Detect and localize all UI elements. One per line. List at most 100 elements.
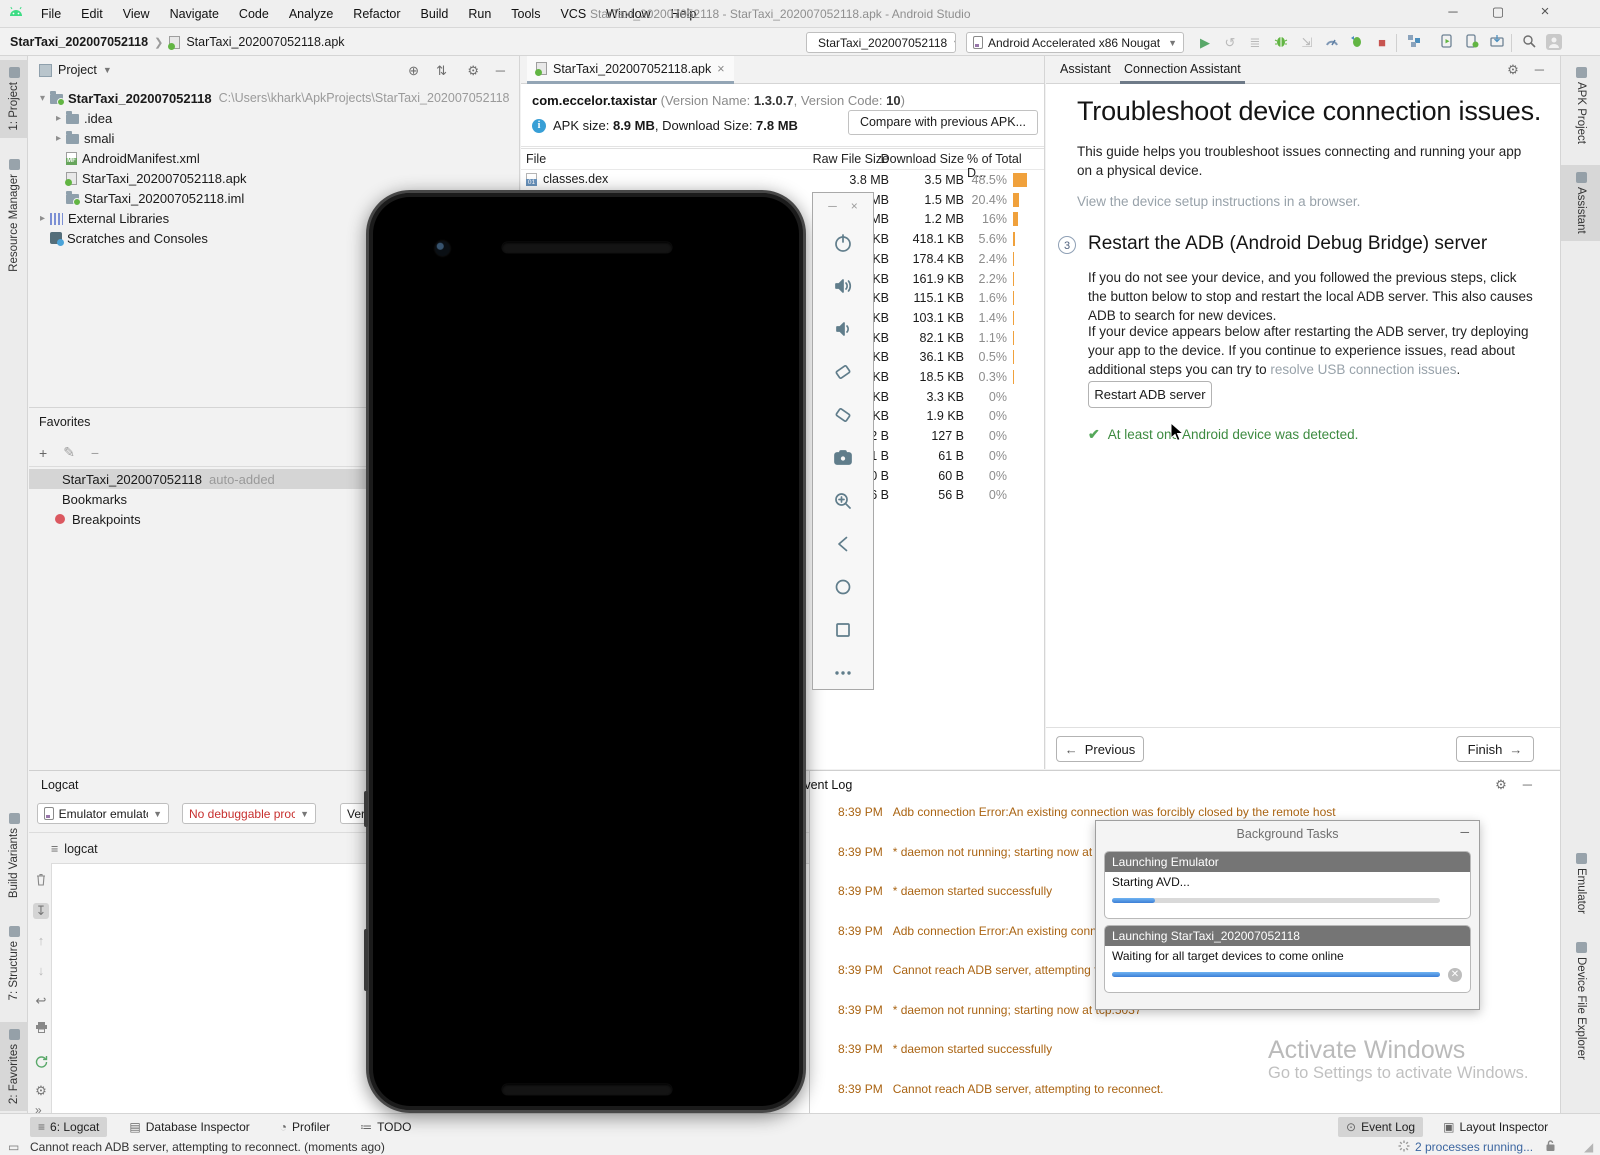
power-icon[interactable] [830,230,856,256]
menu-item[interactable]: Refactor [344,3,409,25]
device-setup-link[interactable]: View the device setup instructions in a … [1077,192,1537,211]
status-message[interactable]: Cannot reach ADB server, attempting to r… [30,1140,385,1154]
sdk-manager-icon[interactable] [1486,34,1508,52]
zoom-icon[interactable] [830,488,856,514]
tool-window-button[interactable]: Event Log [1338,1117,1424,1137]
menu-item[interactable]: Tools [502,3,549,25]
gear-icon[interactable]: ⚙ [1507,62,1519,78]
maximize-window-icon[interactable]: ▢ [1483,4,1513,20]
down-stack-trace-icon[interactable]: ↓ [33,963,49,979]
volume-down-icon[interactable] [830,316,856,342]
hide-panel-icon[interactable]: ─ [1535,62,1544,78]
attach-debugger-icon[interactable]: ⇲ [1296,34,1318,52]
resolve-usb-issues-link[interactable]: resolve USB connection issues [1270,362,1456,377]
print-icon[interactable] [33,1021,49,1037]
run-configuration-select[interactable]: StarTaxi_202007052118▼ [806,32,956,53]
tool-window-button[interactable]: Profiler [272,1117,338,1137]
breadcrumb-project[interactable]: StarTaxi_202007052118 [10,35,148,49]
avatar[interactable] [1543,34,1565,52]
tree-chevron-icon[interactable]: ▸ [35,213,50,224]
back-icon[interactable] [830,531,856,557]
tree-chevron-icon[interactable]: ▾ [35,93,50,104]
previous-button[interactable]: ← Previous [1056,736,1144,762]
rotate-left-icon[interactable] [830,359,856,385]
processes-running-link[interactable]: 2 processes running... [1415,1140,1533,1154]
locate-file-icon[interactable]: ⊕ [408,63,419,79]
close-emulator-icon[interactable]: × [851,199,858,213]
logcat-device-select[interactable]: Emulator emulatc ▼ [37,803,169,824]
tree-chevron-icon[interactable]: ▸ [51,133,66,144]
menu-item[interactable]: Navigate [161,3,228,25]
cancel-task-icon[interactable]: ✕ [1448,968,1462,982]
screenshot-icon[interactable] [830,445,856,471]
tool-strip-item[interactable]: Build Variants [0,806,28,905]
tool-window-button[interactable]: 6: Logcat [30,1117,108,1137]
tree-row[interactable]: ▾ StarTaxi_202007052118 C:\Users\khark\A… [29,88,519,108]
logcat-process-select[interactable]: No debuggable proc ▼ [182,803,316,824]
gear-icon[interactable]: ⚙ [467,63,479,79]
resize-grip[interactable]: ◢ [1584,1140,1593,1154]
menu-item[interactable]: Analyze [280,3,342,25]
menu-item[interactable]: Run [459,3,500,25]
editor-preview-icon[interactable]: ▭ [8,1140,19,1154]
close-tab-icon[interactable]: × [717,62,724,76]
minimize-icon[interactable]: ─ [1460,825,1469,839]
debug-button[interactable] [1270,34,1292,52]
emulator-window[interactable] [364,190,806,1113]
tool-window-button[interactable]: TODO [352,1117,419,1137]
device-manager-icon[interactable] [1461,34,1483,52]
logcat-tab[interactable]: ≡ logcat [51,837,98,861]
hide-panel-icon[interactable]: ─ [1523,777,1532,793]
project-panel-title[interactable]: Project [58,63,97,77]
event-log-entry[interactable]: 8:39 PM * daemon started successfully [838,1042,1052,1056]
event-log-entry[interactable]: 8:39 PM * daemon started successfully [838,884,1052,898]
tool-window-button[interactable]: Database Inspector [121,1117,257,1137]
tool-strip-item[interactable]: Resource Manager [0,152,28,279]
stop-button[interactable]: ■ [1371,34,1393,52]
gear-icon[interactable]: ⚙ [1495,777,1507,793]
profiler-icon[interactable] [1321,34,1343,52]
home-icon[interactable] [830,574,856,600]
add-favorite-icon[interactable]: + [39,445,47,461]
up-stack-trace-icon[interactable]: ↑ [33,933,49,949]
menu-item[interactable]: Code [230,3,278,25]
logcat-settings-gear-icon[interactable]: ⚙ [33,1083,49,1099]
device-select[interactable]: Android Accelerated x86 Nougat ▼ [966,32,1184,53]
column-download-size[interactable]: Download Size [521,152,964,166]
rotate-right-icon[interactable] [830,402,856,428]
tool-strip-item[interactable]: APK Project [1561,60,1600,151]
restart-adb-button[interactable]: Restart ADB server [1088,381,1212,408]
menu-item[interactable]: View [114,3,159,25]
tab-assistant[interactable]: Assistant [1060,62,1111,76]
minimize-window-icon[interactable]: ─ [1438,4,1468,19]
edit-favorite-icon[interactable]: ✎ [63,444,75,461]
menu-item[interactable]: Edit [72,3,112,25]
collapse-all-icon[interactable]: ⇅ [436,63,447,79]
clear-logcat-icon[interactable] [33,873,49,889]
remove-favorite-icon[interactable]: − [91,445,99,461]
apply-changes-icon[interactable]: ≣ [1244,34,1266,52]
editor-tab[interactable]: StarTaxi_202007052118.apk × [527,56,734,84]
lock-icon[interactable] [1545,1139,1556,1155]
restart-activity-icon[interactable]: ↺ [1219,34,1241,52]
event-log-entry[interactable]: 8:39 PM Adb connection Error:An existing… [838,805,1336,819]
tool-strip-item[interactable]: Assistant [1561,165,1600,241]
menu-item[interactable]: File [32,3,70,25]
soft-wrap-icon[interactable]: ↩ [33,993,49,1009]
scroll-to-end-icon[interactable]: ↧ [33,903,49,919]
breadcrumb-file[interactable]: StarTaxi_202007052118.apk [186,35,344,49]
menu-item[interactable]: VCS [551,3,595,25]
overview-icon[interactable] [830,617,856,643]
tab-connection-assistant[interactable]: Connection Assistant [1120,62,1245,84]
compare-apk-button[interactable]: Compare with previous APK... [847,110,1038,135]
tree-row[interactable]: StarTaxi_202007052118.apk [29,168,519,188]
project-structure-icon[interactable] [1403,34,1425,52]
menu-item[interactable]: Build [412,3,458,25]
table-row[interactable]: classes.dex 3.8 MB 3.5 MB 48.5% [521,170,1045,190]
tool-strip-item[interactable]: 2: Favorites [0,1021,28,1111]
tree-row[interactable]: ▸ .idea [29,108,519,128]
tree-chevron-icon[interactable]: ▸ [51,113,66,124]
emulator-screen[interactable] [383,269,789,1070]
event-log-entry[interactable]: 8:39 PM Cannot reach ADB server, attempt… [838,1082,1164,1096]
tool-strip-item[interactable]: Device File Explorer [1561,935,1600,1067]
